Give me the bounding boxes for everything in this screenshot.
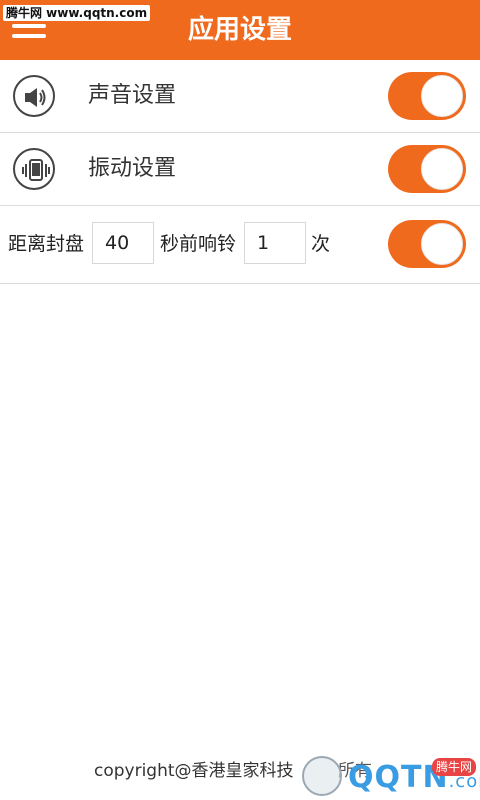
seconds-input[interactable]: 40 <box>92 222 154 264</box>
speaker-icon <box>13 75 55 117</box>
vibrate-toggle[interactable] <box>388 145 466 193</box>
vibrate-setting-label: 振动设置 <box>88 156 177 181</box>
times-input[interactable]: 1 <box>244 222 306 264</box>
toggle-knob <box>421 223 463 265</box>
toggle-knob <box>421 148 463 190</box>
ring-setting-row: 距离封盘 40 秒前响铃 1 次 <box>0 206 480 284</box>
vibrate-phone-icon <box>13 148 55 190</box>
ring-toggle[interactable] <box>388 220 466 268</box>
watermark-logo-icon <box>302 756 342 796</box>
copyright-text: copyright@香港皇家科技 <box>94 761 294 781</box>
toggle-knob <box>421 75 463 117</box>
sound-setting-label: 声音设置 <box>88 83 177 108</box>
vibrate-setting-row: 振动设置 <box>0 133 480 206</box>
watermark-top: 腾牛网 www.qqtn.com <box>3 5 151 21</box>
sound-toggle[interactable] <box>388 72 466 120</box>
ring-middle-label: 秒前响铃 <box>160 233 237 255</box>
ring-suffix-label: 次 <box>311 233 331 255</box>
watermark-bottom: QQTN.com 腾牛网 <box>300 752 480 800</box>
sound-setting-row: 声音设置 <box>0 60 480 133</box>
watermark-badge: 腾牛网 <box>432 758 477 776</box>
ring-prefix-label: 距离封盘 <box>8 233 85 255</box>
